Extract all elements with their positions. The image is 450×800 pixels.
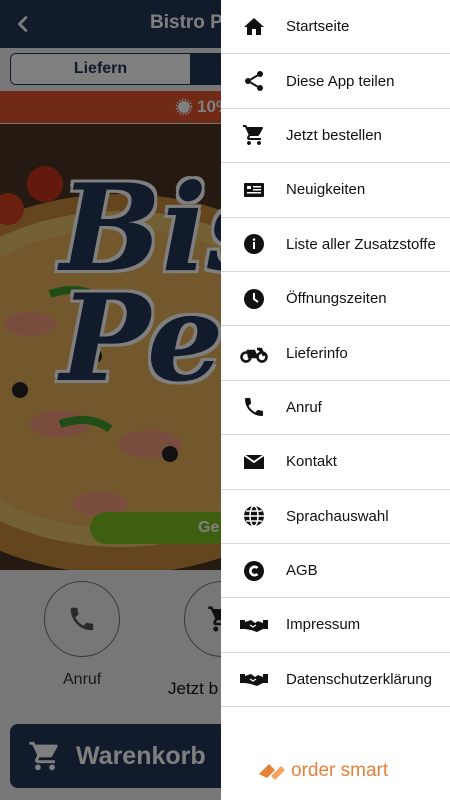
menu-item-share[interactable]: Diese App teilen (221, 54, 450, 109)
brand-name: order smart (291, 760, 389, 781)
copyright-icon (221, 559, 286, 583)
navigation-drawer: Startseite Diese App teilen Jetzt bestel… (221, 0, 450, 800)
menu-item-label: Neuigkeiten (286, 181, 366, 199)
globe-icon (221, 504, 286, 528)
menu-item-contact[interactable]: Kontakt (221, 435, 450, 490)
menu-item-label: Kontakt (286, 453, 337, 471)
mail-icon (221, 450, 286, 474)
menu-item-label: Datenschutzerklärung (286, 670, 432, 688)
order-smart-logo-icon (259, 764, 285, 780)
phone-icon (221, 395, 286, 419)
motorcycle-icon (221, 341, 286, 365)
menu-item-imprint[interactable]: Impressum (221, 598, 450, 653)
menu-item-news[interactable]: Neuigkeiten (221, 163, 450, 218)
menu-item-label: Impressum (286, 616, 361, 634)
menu-item-label: Liste aller Zusatzstoffe (286, 235, 436, 253)
handshake-icon (221, 667, 286, 691)
menu-item-delivery-info[interactable]: Lieferinfo (221, 326, 450, 381)
brand-logo: order smart (257, 760, 388, 782)
menu-item-label: Startseite (286, 18, 350, 36)
menu-item-label: Diese App teilen (286, 72, 395, 90)
menu-item-order[interactable]: Jetzt bestellen (221, 109, 450, 164)
share-icon (221, 69, 286, 93)
menu-item-label: Öffnungszeiten (286, 290, 387, 308)
menu-item-label: Jetzt bestellen (286, 126, 382, 144)
menu-item-language[interactable]: Sprachauswahl (221, 490, 450, 544)
handshake-icon (221, 613, 286, 637)
menu-item-privacy[interactable]: Datenschutzerklärung (221, 653, 450, 708)
menu-item-terms[interactable]: AGB (221, 544, 450, 599)
menu-item-call[interactable]: Anruf (221, 381, 450, 436)
news-icon (221, 178, 286, 202)
menu-item-additives[interactable]: Liste aller Zusatzstoffe (221, 218, 450, 272)
info-icon (221, 232, 286, 256)
menu-item-label: Anruf (286, 398, 322, 416)
menu-item-label: Lieferinfo (286, 344, 348, 362)
menu-item-label: AGB (286, 562, 318, 580)
menu-item-opening-hours[interactable]: Öffnungszeiten (221, 272, 450, 327)
clock-icon (221, 287, 286, 311)
menu-item-label: Sprachauswahl (286, 507, 389, 525)
cart-icon (221, 123, 286, 147)
home-icon (221, 15, 286, 39)
menu-item-home[interactable]: Startseite (221, 0, 450, 55)
